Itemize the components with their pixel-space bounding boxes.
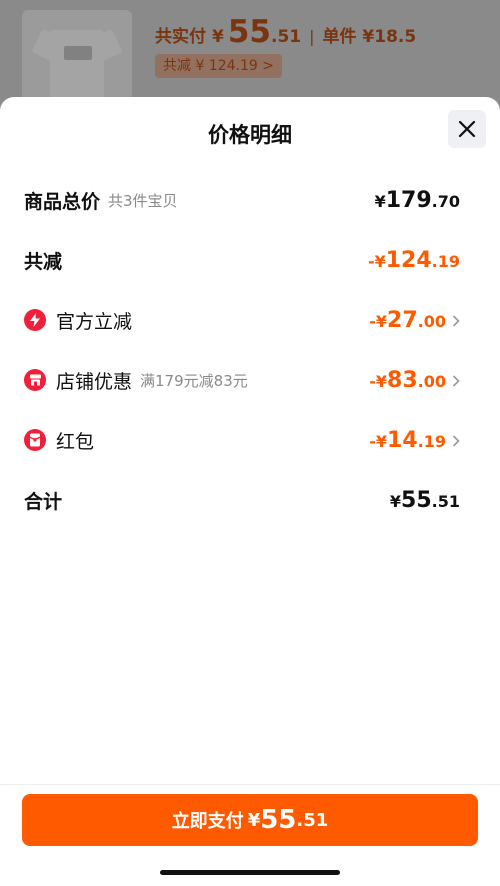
- chevron-right-icon: [452, 434, 460, 447]
- sum-yen: ¥: [389, 491, 402, 511]
- goods-total-dec: .70: [431, 191, 460, 211]
- pay-now-dec: .51: [296, 809, 329, 831]
- official-cut-row[interactable]: 官方立减 -¥ 27 .00: [24, 305, 460, 335]
- product-thumbnail: [22, 10, 132, 102]
- shop-discount-rule: 满179元减83元: [140, 371, 248, 390]
- tshirt-print: [64, 46, 92, 60]
- goods-total-amount: ¥ 179 .70: [375, 188, 460, 213]
- pay-now-int: 55: [260, 805, 297, 835]
- shop-discount-yen: -¥: [369, 371, 388, 391]
- total-paid-dec: .51: [270, 27, 302, 47]
- total-cut-amount: -¥ 124 .19: [368, 248, 460, 273]
- chevron-right-icon: [452, 314, 460, 327]
- total-cut-dec: .19: [431, 251, 460, 271]
- official-cut-int: 27: [387, 307, 418, 333]
- price-detail-sheet: 价格明细 商品总价 共3件宝贝 ¥ 179 .70 共减 -¥ 124 .19: [0, 97, 500, 886]
- lightning-icon: [24, 309, 46, 331]
- shop-discount-dec: .00: [417, 371, 446, 391]
- shop-discount-row[interactable]: 店铺优惠 满179元减83元 -¥ 83 .00: [24, 365, 460, 395]
- sum-row: 合计 ¥ 55 .51: [24, 485, 460, 515]
- total-paid-yen: ¥: [212, 27, 224, 47]
- total-cut-yen: -¥: [367, 251, 386, 271]
- sum-dec: .51: [431, 491, 460, 511]
- red-packet-int: 14: [387, 427, 418, 453]
- red-packet-row[interactable]: 红包 -¥ 14 .19: [24, 425, 460, 455]
- goods-total-row: 商品总价 共3件宝贝 ¥ 179 .70: [24, 185, 460, 215]
- shop-icon: [24, 369, 46, 391]
- chevron-right-icon: [452, 374, 460, 387]
- red-packet-yen: -¥: [369, 431, 388, 451]
- sum-amount: ¥ 55 .51: [390, 488, 460, 513]
- shop-discount-amount: -¥ 83 .00: [369, 368, 460, 393]
- total-paid-label: 共实付: [155, 27, 206, 47]
- official-cut-amount: -¥ 27 .00: [369, 308, 460, 333]
- goods-count: 共3件宝贝: [108, 191, 178, 210]
- pay-now-label: 立即支付: [171, 811, 244, 832]
- close-icon: [458, 120, 476, 138]
- home-indicator[interactable]: [160, 870, 340, 875]
- red-packet-label: 红包: [56, 430, 95, 453]
- red-packet-icon: [24, 429, 46, 451]
- goods-total-label: 商品总价: [24, 190, 101, 213]
- goods-total-yen: ¥: [374, 191, 386, 211]
- total-cut-badge[interactable]: 共减 ¥ 124.19 >: [155, 54, 282, 78]
- red-packet-dec: .19: [417, 431, 446, 451]
- pay-now-yen: ¥: [247, 809, 261, 831]
- shop-discount-label: 店铺优惠: [56, 370, 133, 393]
- total-cut-int: 124: [385, 247, 432, 273]
- official-cut-dec: .00: [417, 311, 446, 331]
- unit-price: 单件 ¥18.5: [322, 27, 417, 47]
- order-header: 共实付 ¥ 55 .51 | 单件 ¥18.5 共减 ¥ 124.19 >: [0, 0, 500, 102]
- official-cut-yen: -¥: [369, 311, 388, 331]
- total-paid-int: 55: [227, 14, 271, 50]
- goods-total-int: 179: [385, 187, 432, 213]
- bottom-divider: [0, 784, 500, 785]
- red-packet-amount: -¥ 14 .19: [369, 428, 460, 453]
- close-button[interactable]: [448, 110, 486, 148]
- total-paid: 共实付 ¥ 55 .51 | 单件 ¥18.5: [155, 14, 416, 50]
- total-cut-row: 共减 -¥ 124 .19: [24, 245, 460, 275]
- header-separator: |: [309, 27, 315, 46]
- sum-int: 55: [401, 487, 432, 513]
- sheet-title: 价格明细: [208, 123, 292, 147]
- sum-label: 合计: [24, 490, 63, 513]
- official-cut-label: 官方立减: [56, 310, 133, 333]
- tshirt-body: [50, 30, 104, 100]
- total-cut-label: 共减: [24, 250, 63, 273]
- shop-discount-int: 83: [387, 367, 418, 393]
- pay-now-button[interactable]: 立即支付 ¥ 55 .51: [22, 794, 478, 846]
